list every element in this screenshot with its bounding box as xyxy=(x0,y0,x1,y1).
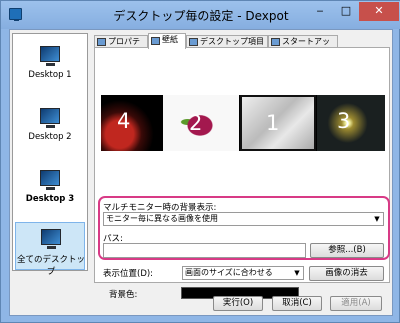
chevron-down-icon: ▼ xyxy=(294,269,300,277)
wallpaper-thumbnail-selected[interactable]: 1 xyxy=(240,95,316,151)
ok-button[interactable]: 実行(O) xyxy=(213,296,263,311)
chevron-down-icon: ▼ xyxy=(374,215,380,223)
display-position-select[interactable]: 画面のサイズに合わせる ▼ xyxy=(182,266,304,280)
properties-icon xyxy=(97,38,106,46)
monitor-icon xyxy=(40,108,60,128)
multi-monitor-select[interactable]: モニター毎に異なる画像を使用 ▼ xyxy=(103,212,384,226)
monitor-icon xyxy=(40,170,60,190)
tab-label: デスクトップ項目 xyxy=(200,37,264,46)
monitor-icon xyxy=(40,46,60,66)
tab-label: 壁紙 xyxy=(162,35,178,44)
sidebar-item-all-desktops[interactable]: 全てのデスクトップ xyxy=(15,222,85,277)
path-input[interactable] xyxy=(103,243,306,258)
monitor-number: 4 xyxy=(117,109,131,133)
monitor-number: 2 xyxy=(189,111,203,135)
dialog-client-area: Desktop 1 Desktop 2 Desktop 3 全てのデスクトップ … xyxy=(9,29,393,316)
desktop-label: Desktop 3 xyxy=(25,194,75,204)
multi-monitor-value: モニター毎に異なる画像を使用 xyxy=(106,214,218,223)
wallpaper-thumbnail[interactable]: 3 xyxy=(317,95,385,151)
sidebar-item-desktop-3[interactable]: Desktop 3 xyxy=(15,164,85,216)
sidebar-item-desktop-1[interactable]: Desktop 1 xyxy=(15,40,85,92)
close-button[interactable]: ✕ xyxy=(359,2,399,21)
minimize-button[interactable]: ‒ xyxy=(307,2,333,21)
monitor-number: 1 xyxy=(266,111,280,135)
maximize-button[interactable]: □ xyxy=(333,2,359,21)
settings-window: デスクトップ毎の設定 - Dexpot ‒ □ ✕ Desktop 1 Desk… xyxy=(0,0,400,323)
tab-wallpaper[interactable]: 壁紙 xyxy=(148,33,186,49)
wallpaper-panel: 4 2 1 3 マルチモニター時の背景表示: モニター毎に異なる画像を使用 ▼ xyxy=(94,47,390,283)
title-bar[interactable]: デスクトップ毎の設定 - Dexpot ‒ □ ✕ xyxy=(1,1,400,29)
desktop-list: Desktop 1 Desktop 2 Desktop 3 全てのデスクトップ xyxy=(12,33,88,277)
wallpaper-thumbnail[interactable]: 4 xyxy=(101,95,163,151)
wallpaper-thumbnail[interactable]: 2 xyxy=(163,95,239,151)
browse-button[interactable]: 参照...(B) xyxy=(310,243,384,258)
desktop-label: 全てのデスクトップ xyxy=(16,255,85,277)
desktop-items-icon xyxy=(189,38,198,46)
apply-button[interactable]: 適用(A) xyxy=(330,296,382,311)
monitor-number: 3 xyxy=(337,109,351,133)
sidebar-item-desktop-2[interactable]: Desktop 2 xyxy=(15,102,85,154)
monitor-icon xyxy=(41,229,61,249)
desktop-label: Desktop 1 xyxy=(28,70,72,80)
wallpaper-icon xyxy=(151,37,160,45)
display-position-label: 表示位置(D): xyxy=(103,269,154,279)
wallpaper-preview-strip: 4 2 1 3 xyxy=(101,95,385,151)
cancel-button[interactable]: 取消(C) xyxy=(272,296,322,311)
startup-icon xyxy=(271,38,280,46)
desktop-label: Desktop 2 xyxy=(28,132,72,142)
background-color-label: 背景色: xyxy=(109,290,138,300)
display-position-value: 画面のサイズに合わせる xyxy=(185,268,273,277)
clear-image-button[interactable]: 画像の消去 xyxy=(309,266,384,281)
